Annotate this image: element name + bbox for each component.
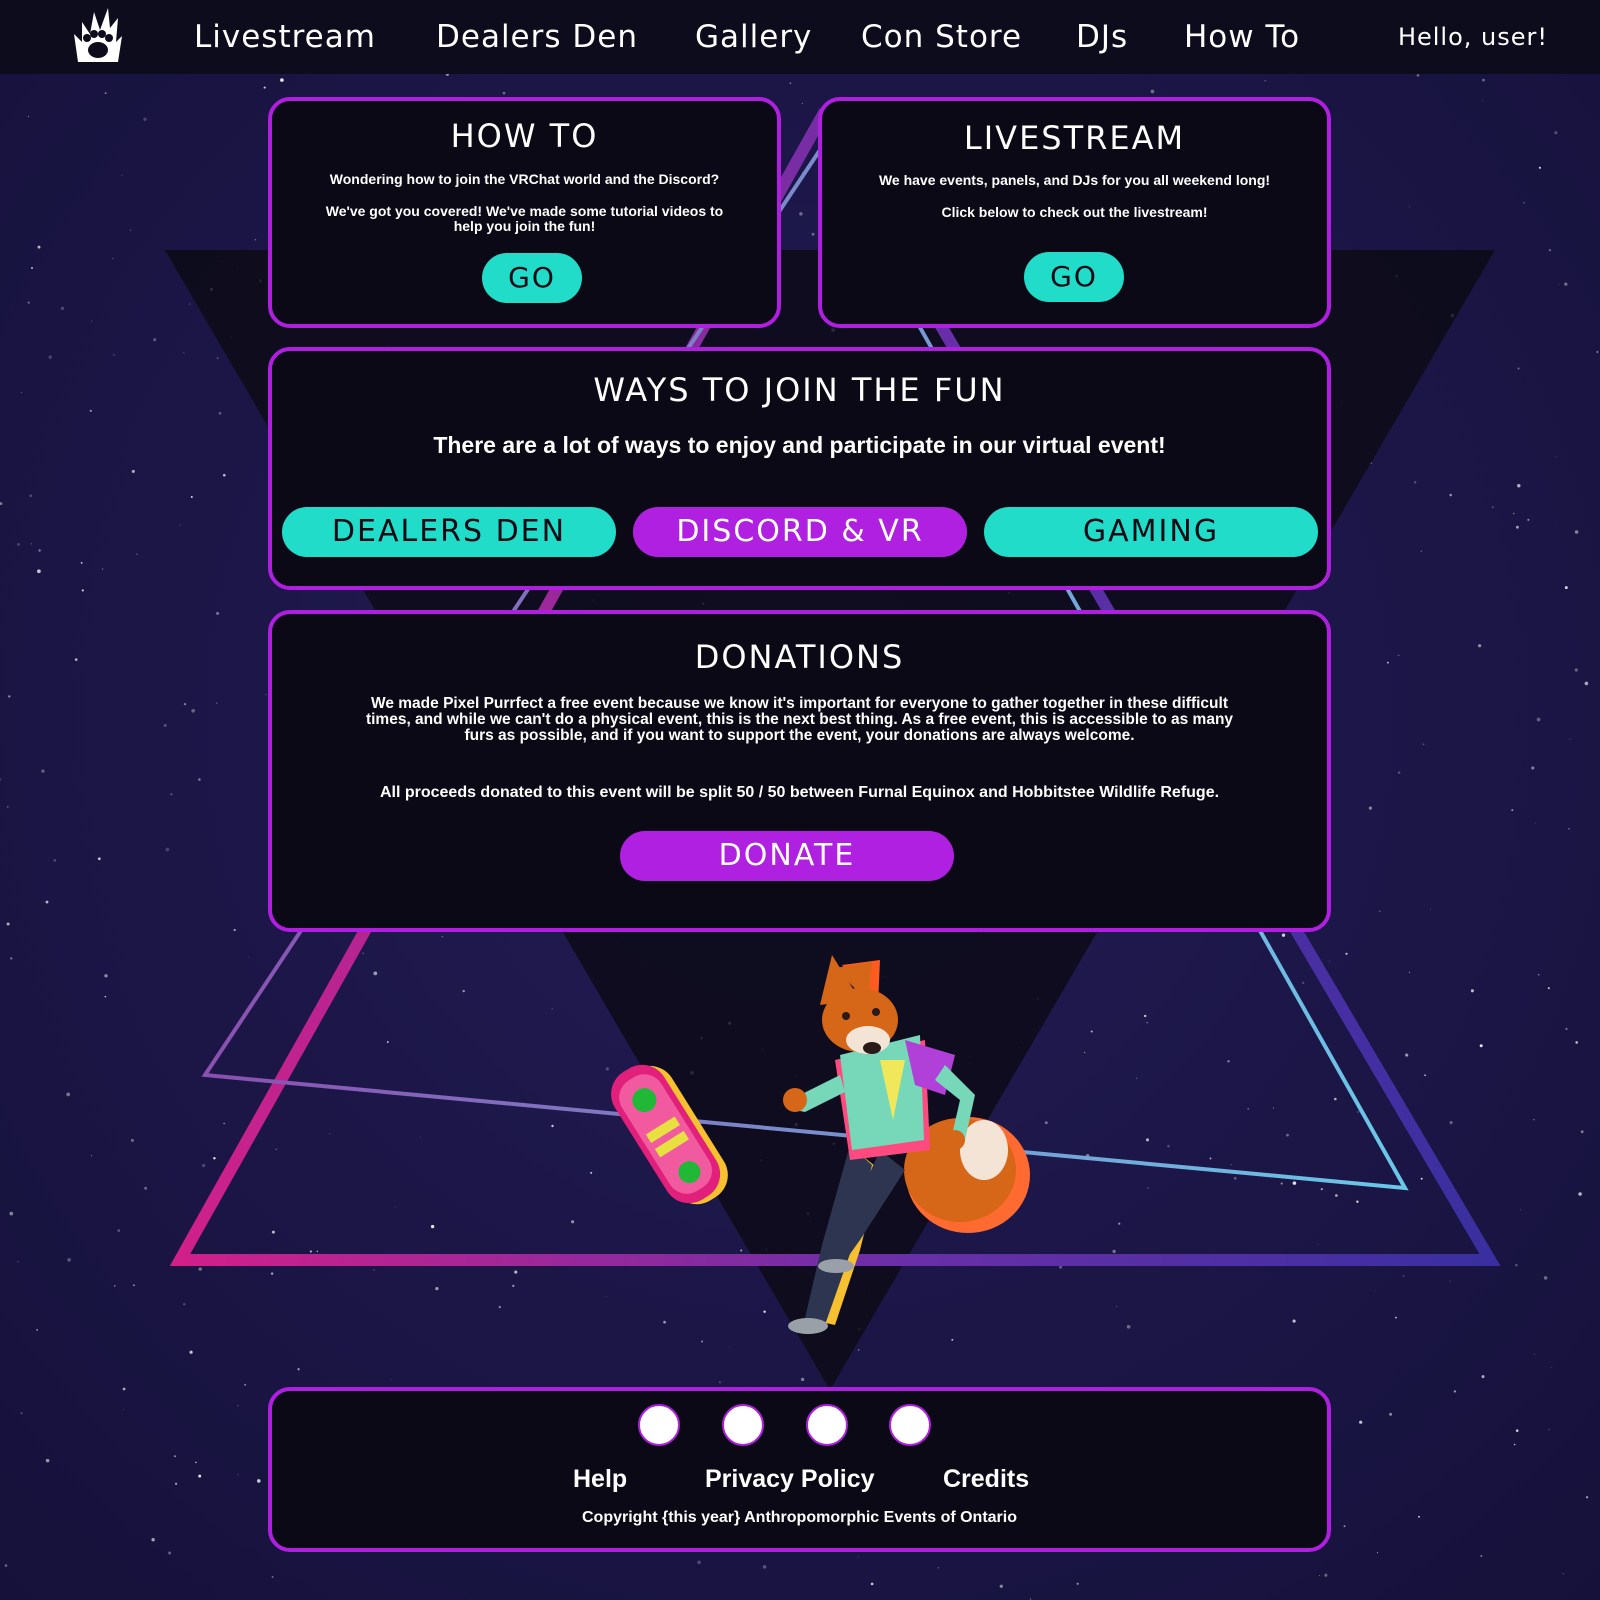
social-icon-1[interactable] [638,1404,680,1446]
how-to-title: HOW TO [450,117,599,155]
ways-subtitle: There are a lot of ways to enjoy and par… [433,432,1166,458]
footer-privacy-policy-link[interactable]: Privacy Policy [705,1462,875,1496]
nav-livestream[interactable]: Livestream [194,14,376,60]
livestream-card: LIVESTREAM We have events, panels, and D… [818,97,1331,328]
social-icon-4[interactable] [889,1404,931,1446]
donations-split-note: All proceeds donated to this event will … [379,784,1220,801]
livestream-go-button[interactable]: GO [1024,252,1124,302]
how-to-line-1: Wondering how to join the VRChat world a… [329,171,720,187]
nav-gallery[interactable]: Gallery [695,14,812,60]
paw-flame-logo-icon[interactable] [70,6,126,66]
donate-button[interactable]: DONATE [620,831,954,881]
top-navigation-bar: Livestream Dealers Den Gallery Con Store… [0,0,1600,74]
social-icon-2[interactable] [722,1404,764,1446]
user-greeting: Hello, user! [1397,23,1548,51]
livestream-line-1: We have events, panels, and DJs for you … [878,172,1271,188]
how-to-line-2: We've got you covered! We've made some t… [325,203,724,234]
discord-vr-button[interactable]: DISCORD & VR [633,507,967,557]
livestream-line-2: Click below to check out the livestream! [941,204,1208,220]
donations-title: DONATIONS [694,638,905,676]
footer-copyright: Copyright {this year} Anthropomorphic Ev… [582,1509,1017,1526]
donations-card: DONATIONS We made Pixel Purrfect a free … [268,610,1331,932]
ways-to-join-card: WAYS TO JOIN THE FUN There are a lot of … [268,347,1331,590]
social-icon-3[interactable] [806,1404,848,1446]
nav-how-to[interactable]: How To [1184,14,1300,60]
how-to-go-button[interactable]: GO [482,253,582,303]
how-to-card: HOW TO Wondering how to join the VRChat … [268,97,781,328]
footer-credits-link[interactable]: Credits [943,1462,1029,1496]
nav-con-store[interactable]: Con Store [861,14,1022,60]
nav-dealers-den[interactable]: Dealers Den [436,14,638,60]
gaming-button[interactable]: GAMING [984,507,1318,557]
footer-help-link[interactable]: Help [573,1462,627,1496]
dealers-den-button[interactable]: DEALERS DEN [282,507,616,557]
ways-title: WAYS TO JOIN THE FUN [593,371,1006,409]
donations-paragraph: We made Pixel Purrfect a free event beca… [365,695,1234,744]
nav-djs[interactable]: DJs [1076,14,1128,60]
livestream-title: LIVESTREAM [963,119,1186,157]
